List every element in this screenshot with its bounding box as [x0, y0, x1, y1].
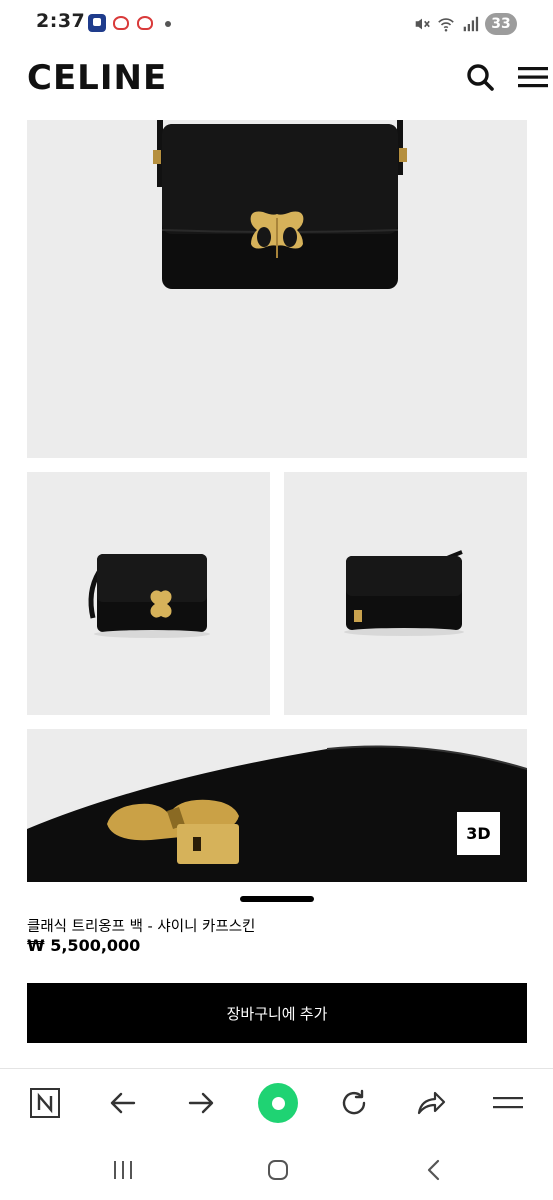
- browser-forward-button[interactable]: [183, 1085, 219, 1121]
- app-notification-icon: [88, 14, 106, 32]
- recent-apps-icon: [114, 1161, 132, 1179]
- product-name: 클래식 트리옹프 백 - 샤이니 카프스킨: [27, 919, 256, 935]
- status-time: 2:37: [36, 10, 86, 32]
- home-icon: [268, 1160, 288, 1180]
- bottom-sheet-handle[interactable]: [240, 896, 314, 902]
- bag-angle-image: [88, 554, 210, 638]
- system-back-button[interactable]: [418, 1154, 450, 1186]
- recent-apps-button[interactable]: [107, 1154, 139, 1186]
- menu-button[interactable]: [518, 62, 548, 92]
- reload-button[interactable]: [336, 1085, 372, 1121]
- hamburger-icon: [518, 67, 548, 88]
- system-home-button[interactable]: [262, 1154, 294, 1186]
- shopping-notification-icon: [113, 16, 129, 30]
- n-icon: [30, 1088, 60, 1118]
- system-navigation-bar: [0, 1138, 553, 1200]
- mute-icon: [415, 18, 430, 30]
- shopping-notification-icon: [137, 16, 153, 30]
- browser-back-button[interactable]: [105, 1085, 141, 1121]
- bag-side-image: [344, 550, 464, 636]
- share-icon: [417, 1091, 446, 1115]
- browser-toolbar: [0, 1068, 553, 1138]
- browser-menu-button[interactable]: [490, 1085, 526, 1121]
- product-image-detail[interactable]: [27, 729, 527, 882]
- menu-icon: [493, 1097, 523, 1109]
- forward-arrow-icon: [188, 1092, 214, 1114]
- site-header: CELINE: [0, 48, 553, 118]
- search-icon: [467, 64, 494, 91]
- add-to-cart-button[interactable]: 장바구니에 추가: [27, 983, 527, 1043]
- bag-front-image: [153, 120, 407, 289]
- status-icons: 33: [413, 12, 517, 36]
- status-bar: 2:37 33: [0, 0, 553, 48]
- view-3d-button[interactable]: 3D: [457, 812, 500, 855]
- product-image-angle[interactable]: [27, 472, 270, 715]
- brand-logo[interactable]: CELINE: [27, 58, 167, 98]
- wifi-icon: [438, 18, 454, 32]
- product-image-side[interactable]: [284, 472, 527, 715]
- browser-home-button[interactable]: [258, 1083, 298, 1123]
- naver-button[interactable]: [27, 1085, 63, 1121]
- reload-icon: [342, 1089, 366, 1115]
- back-arrow-icon: [110, 1092, 136, 1114]
- search-button[interactable]: [465, 62, 495, 92]
- back-icon: [427, 1159, 440, 1181]
- more-notifications-icon: [165, 21, 171, 27]
- clasp-detail-image: [27, 745, 527, 882]
- signal-icon: [463, 16, 479, 32]
- product-price: ₩ 5,500,000: [27, 936, 141, 955]
- battery-indicator: 33: [485, 13, 517, 35]
- product-image-main[interactable]: [27, 120, 527, 458]
- share-button[interactable]: [413, 1085, 449, 1121]
